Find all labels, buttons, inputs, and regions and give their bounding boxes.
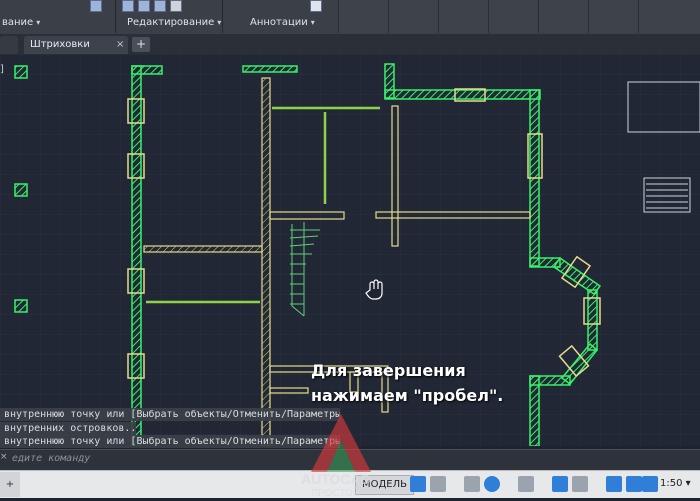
ribbon-icons-annot [310, 0, 322, 12]
autocad-prostoy-logo: AUTOCAD ПРОСТОЙ [297, 410, 407, 499]
start-tab[interactable] [0, 36, 18, 54]
tab-hatching-2018[interactable]: Штриховки 2018* [24, 36, 128, 68]
command-history-line: внутреннюю точку или [Выбрать объекты/От… [0, 408, 340, 421]
ortho-icon[interactable] [464, 476, 480, 492]
lineweight-icon[interactable] [572, 476, 588, 492]
viewport-control[interactable]: ] [0, 64, 4, 75]
ribbon-divider [115, 0, 116, 33]
close-icon[interactable]: × [0, 452, 8, 462]
chevron-down-icon: ▾ [310, 18, 315, 27]
ribbon-icons-edit [122, 0, 182, 12]
ribbon-panel-view[interactable] [638, 0, 700, 33]
ribbon-icons-modify [90, 0, 102, 12]
svg-text:AUTOCAD: AUTOCAD [301, 471, 371, 487]
auto-scale-icon[interactable] [626, 476, 642, 492]
add-layout-button[interactable]: + [0, 472, 20, 497]
table-icon[interactable] [310, 0, 322, 12]
caption-line-1: Для завершения [311, 361, 466, 380]
svg-text:ПРОСТОЙ: ПРОСТОЙ [311, 486, 360, 497]
annotation-scale-icon[interactable] [642, 476, 658, 492]
layout-icon[interactable] [154, 0, 166, 12]
ribbon-panel-properties[interactable] [438, 0, 489, 33]
logo-mark: AUTOCAD ПРОСТОЙ [301, 414, 371, 499]
ribbon-divider [222, 0, 223, 33]
command-history-line: внутреннюю точку или [Выбрать объекты/От… [0, 435, 340, 448]
polar-tracking-icon[interactable] [484, 476, 500, 492]
file-tab-bar: Штриховки 2018* × + [0, 34, 700, 68]
move-icon[interactable] [90, 0, 102, 12]
array-icon[interactable] [138, 0, 150, 12]
copy-icon[interactable] [122, 0, 134, 12]
ribbon-panel-clipboard[interactable] [588, 0, 639, 33]
scale-icon[interactable] [170, 0, 182, 12]
caption-line-2: нажимаем "пробел". [311, 386, 504, 405]
tutorial-caption: Для завершения нажимаем "пробел". [311, 358, 503, 408]
panel-draw-text: вание [2, 17, 34, 28]
command-input[interactable]: едите команду [12, 453, 90, 464]
annotation-visibility-icon[interactable] [606, 476, 622, 492]
ribbon: вание ▾ Редактирование ▾ Аннотации ▾ [0, 0, 700, 35]
object-snap-icon[interactable] [518, 476, 534, 492]
dynamic-ucs-icon[interactable] [552, 476, 568, 492]
chevron-down-icon: ▾ [685, 478, 691, 489]
snap-icon[interactable] [430, 476, 446, 492]
ribbon-panel-groups[interactable] [488, 0, 539, 33]
panel-modify-text: Редактирование [127, 17, 215, 28]
close-icon[interactable]: × [116, 36, 124, 54]
panel-draw-label[interactable]: вание ▾ [2, 17, 40, 28]
ribbon-panel-block[interactable] [388, 0, 439, 33]
scale-value: 1:50 [660, 478, 683, 489]
panel-annotation-text: Аннотации [250, 17, 308, 28]
ribbon-panel-utilities[interactable] [538, 0, 589, 33]
chevron-down-icon: ▾ [36, 18, 41, 27]
new-tab-button[interactable]: + [132, 37, 150, 52]
model-space-canvas[interactable]: ] Для завершения нажимаем "пробел". [0, 54, 700, 446]
annotation-scale-dropdown[interactable]: 1:50 ▾ [660, 475, 691, 493]
chevron-down-icon: ▾ [217, 18, 222, 27]
panel-modify-label[interactable]: Редактирование ▾ [127, 17, 221, 28]
command-history-line: внутренних островков... [0, 422, 136, 435]
panel-annotation-label[interactable]: Аннотации ▾ [250, 17, 315, 28]
ribbon-panel-layers[interactable] [338, 0, 389, 33]
grid-icon[interactable] [410, 476, 426, 492]
